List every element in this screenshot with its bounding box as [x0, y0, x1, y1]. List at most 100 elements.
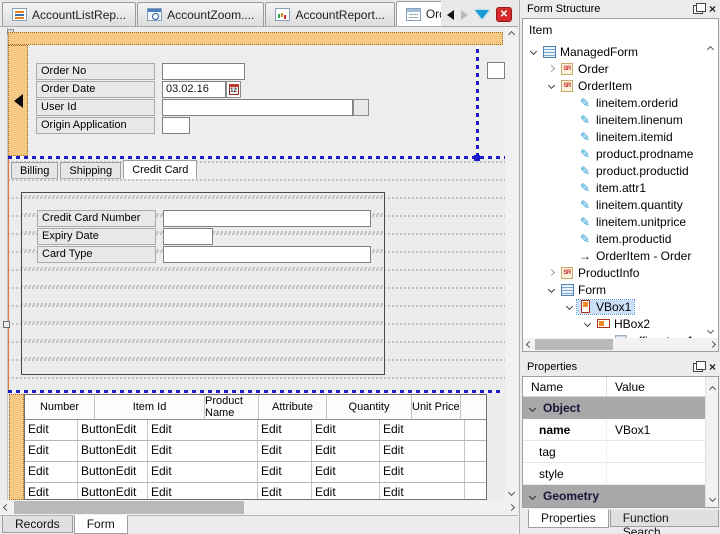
property-value[interactable]: VBox1: [607, 419, 705, 440]
field-label[interactable]: User Id: [36, 99, 155, 116]
lineitem-table[interactable]: Number Item Id Product Name Attribute Qu…: [24, 394, 487, 500]
tree-scroll-down-button[interactable]: [705, 326, 716, 335]
geometry-section-header[interactable]: Geometry: [523, 485, 705, 507]
tree-node[interactable]: lineitem.linenum: [523, 111, 718, 128]
table-column-header[interactable]: Item Id: [95, 395, 205, 419]
object-section-header[interactable]: Object: [523, 397, 705, 419]
vbox-resize-handle[interactable]: [3, 321, 10, 328]
tree-node[interactable]: lineitem.orderid: [523, 94, 718, 111]
tree-expand-chevron-icon[interactable]: [548, 65, 555, 72]
field-label[interactable]: Card Type: [37, 246, 156, 263]
table-column-header[interactable]: Quantity: [327, 395, 412, 419]
tab-list-dropdown-button[interactable]: [475, 10, 489, 19]
table-cell[interactable]: ButtonEdit: [78, 441, 148, 461]
table-column-header[interactable]: Number: [25, 395, 95, 419]
tree-node[interactable]: HBox2: [523, 315, 718, 332]
tree-node[interactable]: product.productid: [523, 162, 718, 179]
properties-scroll-down-button[interactable]: [706, 494, 718, 503]
tree-horizontal-scrollbar[interactable]: [523, 338, 718, 351]
tree-horizontal-scroll-thumb[interactable]: [535, 339, 613, 350]
table-cell[interactable]: Edit: [380, 420, 465, 440]
left-collapser-band[interactable]: [8, 45, 28, 156]
tree-node[interactable]: ProductInfo: [523, 264, 718, 281]
table-cell[interactable]: Edit: [312, 441, 380, 461]
close-document-button[interactable]: ✕: [496, 7, 512, 22]
tree-node[interactable]: product.prodname: [523, 145, 718, 162]
tree-node[interactable]: item.productid: [523, 230, 718, 247]
field-label[interactable]: Order Date: [36, 81, 155, 98]
buttonedit-button[interactable]: [353, 99, 369, 116]
table-cell[interactable]: Edit: [380, 483, 465, 500]
table-cell[interactable]: Edit: [25, 462, 78, 482]
tree-node[interactable]: OrderItem: [523, 77, 718, 94]
tree-node[interactable]: ManagedForm: [523, 43, 718, 60]
scroll-down-button[interactable]: [505, 487, 518, 498]
table-column-header[interactable]: Unit Price: [412, 395, 461, 419]
detail-tab[interactable]: Shipping: [60, 162, 121, 179]
field-input[interactable]: [163, 210, 371, 227]
table-cell[interactable]: Edit: [25, 441, 78, 461]
field-input[interactable]: [163, 246, 371, 263]
value-column-header[interactable]: Value: [607, 377, 645, 396]
close-panel-icon[interactable]: ×: [709, 362, 716, 372]
document-tab[interactable]: AccountListRep...: [2, 2, 136, 26]
float-panel-icon[interactable]: [693, 363, 703, 372]
property-row[interactable]: name VBox1: [523, 419, 705, 441]
field-input[interactable]: [162, 99, 353, 116]
form-design-surface[interactable]: Order No 12 Order Date 03.02.16 12: [0, 27, 505, 500]
table-cell[interactable]: Edit: [380, 441, 465, 461]
table-cell[interactable]: Edit: [25, 483, 78, 500]
tree-expand-chevron-icon[interactable]: [566, 303, 573, 310]
scroll-tabs-left-button[interactable]: [447, 10, 454, 20]
properties-panel-tab[interactable]: Function Search: [610, 510, 719, 527]
canvas-vertical-scrollbar[interactable]: [505, 27, 518, 500]
document-tab[interactable]: OrderForm.4fd...: [396, 1, 441, 26]
scroll-left-button[interactable]: [1, 500, 12, 515]
tree-node[interactable]: Order: [523, 60, 718, 77]
scroll-tabs-right-button[interactable]: [461, 10, 468, 20]
table-cell[interactable]: ButtonEdit: [78, 420, 148, 440]
properties-vertical-scrollbar[interactable]: [705, 377, 718, 507]
scroll-right-button[interactable]: [506, 500, 517, 515]
properties-panel-tab[interactable]: Properties: [528, 509, 609, 528]
detail-section[interactable]: Billing Shipping Credit Card Credit Card…: [8, 159, 505, 390]
tree-node[interactable]: lineitem.itemid: [523, 128, 718, 145]
calendar-button[interactable]: 12: [226, 81, 241, 98]
tree-scroll-left-button[interactable]: [524, 338, 534, 351]
tree-expand-chevron-icon[interactable]: [548, 82, 555, 89]
tree-expand-chevron-icon[interactable]: [530, 48, 537, 55]
table-cell[interactable]: Edit: [148, 462, 258, 482]
table-column-header[interactable]: Product Name: [205, 395, 259, 419]
toolbar-placeholder-band[interactable]: [8, 32, 503, 45]
property-value[interactable]: [607, 441, 705, 462]
tree-node[interactable]: OrderItem - Order: [523, 247, 718, 264]
tree-node[interactable]: VBox1: [523, 298, 718, 315]
table-cell[interactable]: Edit: [258, 462, 312, 482]
table-cell[interactable]: Edit: [380, 462, 465, 482]
tree-expand-chevron-icon[interactable]: [548, 269, 555, 276]
table-column-header[interactable]: Attribute: [259, 395, 327, 419]
table-cell[interactable]: Edit: [25, 420, 78, 440]
table-cell[interactable]: Edit: [258, 483, 312, 500]
field-label[interactable]: Expiry Date: [37, 228, 156, 245]
table-cell[interactable]: ButtonEdit: [78, 462, 148, 482]
detail-tab[interactable]: Billing: [11, 162, 58, 179]
property-row[interactable]: style: [523, 463, 705, 485]
table-cell[interactable]: Edit: [148, 441, 258, 461]
tree-node[interactable]: lineitem.unitprice: [523, 213, 718, 230]
close-panel-icon[interactable]: ×: [709, 4, 716, 14]
document-tab[interactable]: AccountReport...: [265, 2, 394, 26]
designer-view-tab[interactable]: Records: [2, 516, 73, 533]
property-value[interactable]: [607, 463, 705, 484]
horizontal-scroll-thumb[interactable]: [14, 501, 244, 514]
tree-node[interactable]: Form: [523, 281, 718, 298]
table-cell[interactable]: Edit: [148, 483, 258, 500]
properties-scroll-up-button[interactable]: [706, 385, 718, 394]
tree-node[interactable]: item.attr1: [523, 179, 718, 196]
table-cell[interactable]: Edit: [312, 483, 380, 500]
field-input[interactable]: [162, 117, 190, 134]
tree-node[interactable]: lineitem.quantity: [523, 196, 718, 213]
table-cell[interactable]: Edit: [258, 441, 312, 461]
table-cell[interactable]: Edit: [258, 420, 312, 440]
canvas-horizontal-scrollbar[interactable]: [0, 500, 518, 515]
